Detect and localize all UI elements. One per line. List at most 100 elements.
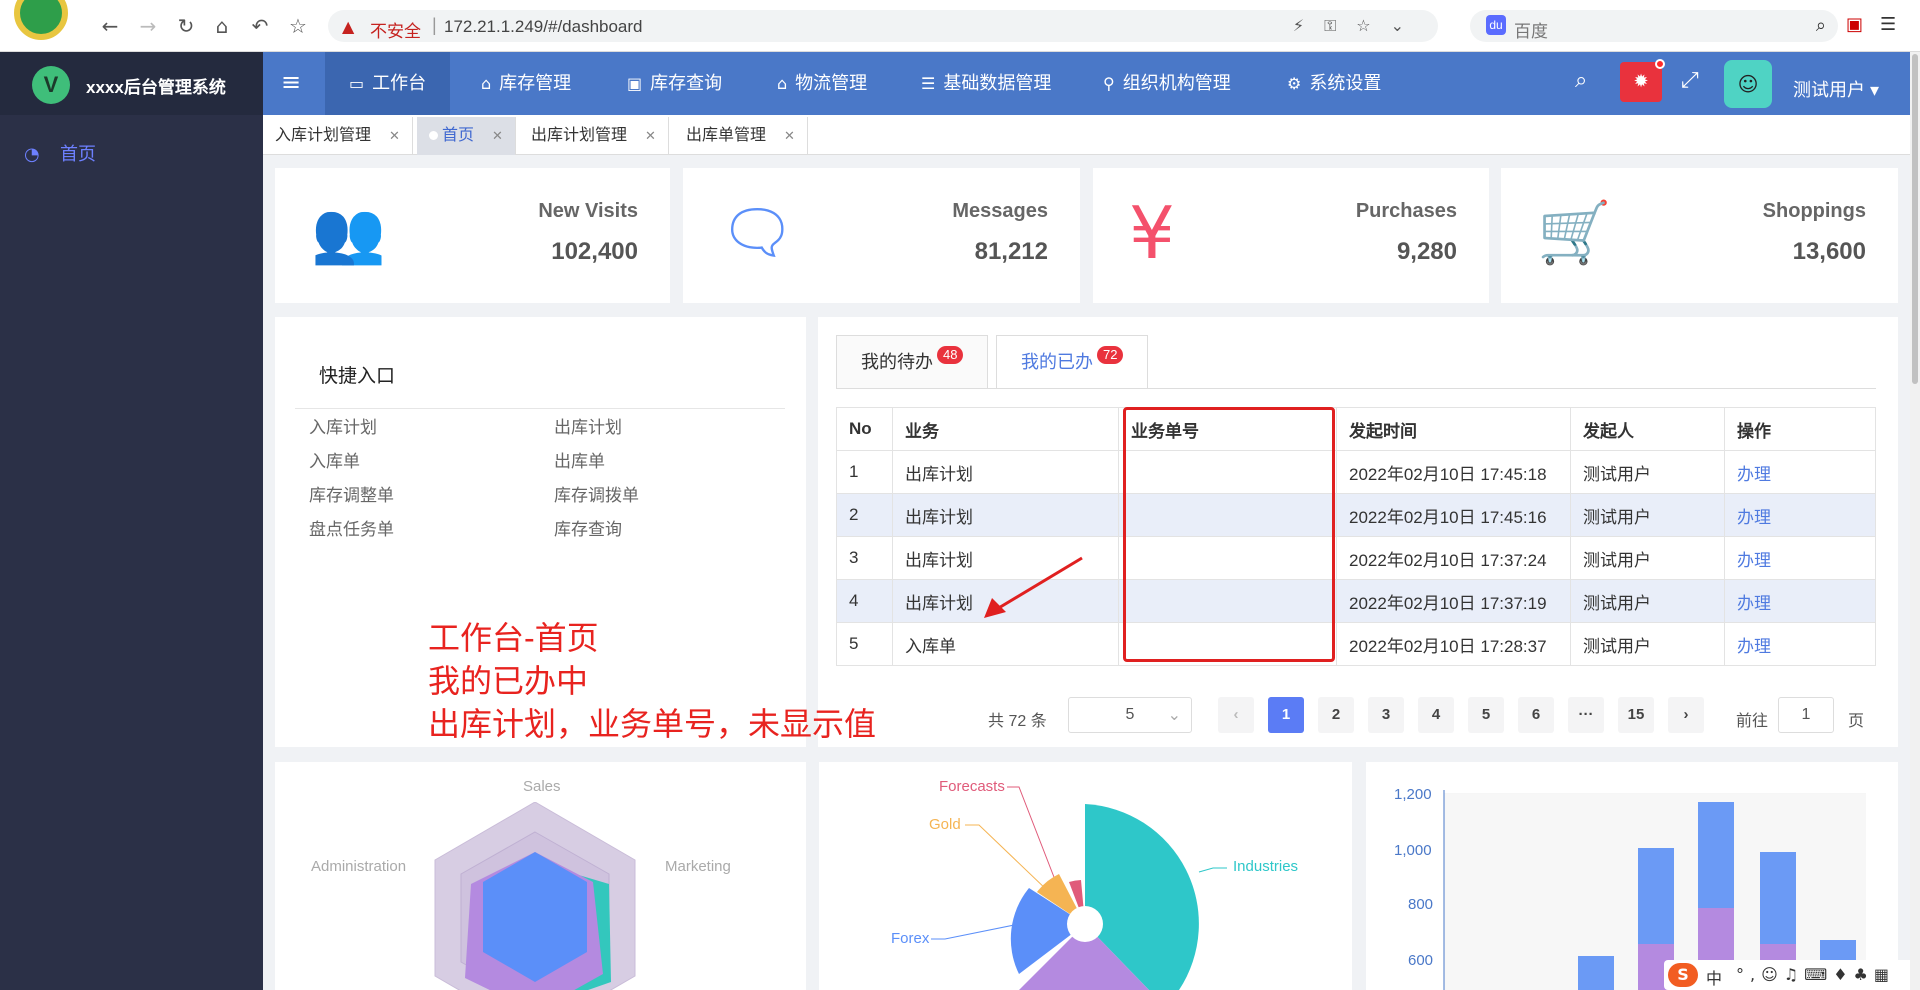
back-icon[interactable]: ← bbox=[98, 14, 122, 38]
avatar[interactable]: ☺ bbox=[1724, 60, 1772, 108]
stat-card-shoppings[interactable]: 🛒 Shoppings 13,600 bbox=[1501, 168, 1898, 303]
quick-link-stocktake[interactable]: 盘点任务单 bbox=[309, 515, 394, 540]
column-header: No bbox=[836, 407, 893, 451]
pagination: 共 72 条 5 ⌄ ‹ 1 2 3 4 5 6 ··· 15 › 前往 1 页 bbox=[818, 697, 1898, 737]
reload-icon[interactable]: ↻ bbox=[174, 14, 198, 38]
quick-link-stock-query[interactable]: 库存查询 bbox=[554, 515, 622, 540]
tab-label: 首页 bbox=[442, 127, 475, 144]
annotation-highlight-box bbox=[1123, 407, 1335, 662]
sidebar-item-home[interactable]: ◔ 首页 bbox=[24, 140, 96, 166]
next-page-button[interactable]: › bbox=[1668, 697, 1704, 733]
quick-link-outbound-order[interactable]: 出库单 bbox=[554, 447, 605, 472]
quick-link-inbound-order[interactable]: 入库单 bbox=[309, 447, 360, 472]
stat-label: Shoppings bbox=[1762, 200, 1866, 222]
page-button[interactable]: 6 bbox=[1518, 697, 1554, 733]
tab-my-pending[interactable]: 我的待办 48 bbox=[836, 335, 989, 389]
tab-label: 我的待办 bbox=[861, 352, 933, 372]
search-icon[interactable]: ⌕ bbox=[1575, 68, 1587, 93]
handle-link[interactable]: 办理 bbox=[1724, 536, 1876, 580]
cell-biz: 出库计划 bbox=[892, 493, 1119, 537]
quick-link-stock-transfer[interactable]: 库存调拨单 bbox=[554, 481, 639, 506]
close-icon[interactable]: ✕ bbox=[645, 128, 656, 143]
nav-item-inventory-query[interactable]: ▣ 库存查询 bbox=[627, 52, 722, 115]
username: 测试用户 bbox=[1793, 80, 1865, 100]
key-icon[interactable]: ⚿ bbox=[1324, 16, 1356, 35]
undo-icon[interactable]: ↶ bbox=[248, 14, 272, 38]
url-text[interactable]: 172.21.1.249/#/dashboard bbox=[444, 17, 643, 37]
cell-no: 3 bbox=[836, 536, 893, 580]
pie-leader-line bbox=[1198, 867, 1227, 873]
nav-item-base-data[interactable]: ☰ 基础数据管理 bbox=[921, 52, 1051, 115]
page-button[interactable]: 15 bbox=[1618, 697, 1654, 733]
org-icon: ⚲ bbox=[1103, 74, 1115, 93]
address-actions[interactable]: ⚡⚿☆⌄ bbox=[1293, 16, 1424, 36]
search-placeholder[interactable]: 百度 bbox=[1514, 17, 1548, 42]
star-icon[interactable]: ☆ bbox=[1356, 16, 1390, 35]
handle-link[interactable]: 办理 bbox=[1724, 622, 1876, 666]
scrollbar-thumb[interactable] bbox=[1912, 54, 1918, 384]
handle-link[interactable]: 办理 bbox=[1724, 493, 1876, 537]
baidu-icon: du bbox=[1486, 15, 1506, 35]
browser-search[interactable]: du 百度 ⌕ bbox=[1470, 10, 1838, 42]
ime-toolbar[interactable]: S 中 °,☺♫⌨♦♣▦ bbox=[1664, 960, 1920, 990]
hamburger-icon[interactable]: ≡ bbox=[281, 68, 301, 96]
pie-chart bbox=[931, 786, 1227, 990]
nav-label: 库存查询 bbox=[650, 73, 723, 93]
nav-item-org[interactable]: ⚲ 组织机构管理 bbox=[1103, 52, 1231, 115]
pie-chart-card: Forecasts Gold Forex Industries bbox=[819, 762, 1352, 990]
more-pages-button[interactable]: ··· bbox=[1568, 697, 1604, 733]
tab-outbound-order[interactable]: 出库单管理 ✕ bbox=[674, 117, 808, 155]
page-button[interactable]: 2 bbox=[1318, 697, 1354, 733]
nav-item-inventory[interactable]: ⌂ 库存管理 bbox=[481, 52, 571, 115]
nav-label: 物流管理 bbox=[795, 73, 868, 93]
flash-icon[interactable]: ⚡ bbox=[1293, 16, 1324, 35]
page-scrollbar[interactable] bbox=[1910, 52, 1920, 990]
page-button[interactable]: 3 bbox=[1368, 697, 1404, 733]
page-button[interactable]: 4 bbox=[1418, 697, 1454, 733]
stat-card-purchases[interactable]: ¥ Purchases 9,280 bbox=[1093, 168, 1489, 303]
pending-badge: 48 bbox=[937, 346, 964, 364]
tab-inbound-plan[interactable]: 入库计划管理 ✕ bbox=[263, 117, 413, 155]
page-size-select[interactable]: 5 ⌄ bbox=[1068, 697, 1192, 733]
quick-link-outbound-plan[interactable]: 出库计划 bbox=[554, 413, 622, 438]
bookmark-star-icon[interactable]: ☆ bbox=[286, 14, 310, 38]
tab-outbound-plan[interactable]: 出库计划管理 ✕ bbox=[519, 117, 669, 155]
page-button[interactable]: 1 bbox=[1268, 697, 1304, 733]
tab-my-done[interactable]: 我的已办 72 bbox=[996, 335, 1149, 389]
sidebar-item-label: 首页 bbox=[60, 144, 96, 164]
goto-page-input[interactable]: 1 bbox=[1778, 697, 1834, 733]
user-menu[interactable]: 测试用户 ▾ bbox=[1793, 76, 1879, 102]
quick-link-inbound-plan[interactable]: 入库计划 bbox=[309, 413, 377, 438]
bar bbox=[1578, 956, 1614, 990]
ime-tools-icons[interactable]: °,☺♫⌨♦♣▦ bbox=[1736, 965, 1895, 984]
chevron-down-icon[interactable]: ⌄ bbox=[1391, 16, 1424, 35]
prev-page-button[interactable]: ‹ bbox=[1218, 697, 1254, 733]
bar-chart bbox=[1443, 790, 1866, 990]
stat-card-messages[interactable]: 🗨 Messages 81,212 bbox=[683, 168, 1080, 303]
handle-link[interactable]: 办理 bbox=[1724, 450, 1876, 494]
bug-button[interactable]: ✹ bbox=[1620, 59, 1665, 102]
pdf-icon[interactable]: ▣ bbox=[1846, 14, 1863, 35]
nav-label: 基础数据管理 bbox=[943, 73, 1052, 93]
quick-link-stock-adjust[interactable]: 库存调整单 bbox=[309, 481, 394, 506]
handle-link[interactable]: 办理 bbox=[1724, 579, 1876, 623]
sogou-icon: S bbox=[1668, 963, 1698, 987]
cell-time: 2022年02月10日 17:45:16 bbox=[1336, 493, 1571, 537]
search-icon[interactable]: ⌕ bbox=[1816, 15, 1826, 36]
forward-icon[interactable]: → bbox=[136, 14, 160, 38]
close-icon[interactable]: ✕ bbox=[389, 128, 400, 143]
nav-item-settings[interactable]: ⚙ 系统设置 bbox=[1287, 52, 1381, 115]
close-icon[interactable]: ✕ bbox=[784, 128, 795, 143]
nav-item-workbench[interactable]: ▭ 工作台 bbox=[325, 52, 451, 115]
address-bar[interactable]: ▲ 不安全 | 172.21.1.249/#/dashboard ⚡⚿☆⌄ bbox=[328, 10, 1438, 42]
fullscreen-icon[interactable]: ⤢ bbox=[1681, 68, 1699, 93]
cell-user: 测试用户 bbox=[1570, 579, 1725, 623]
tab-home[interactable]: 首页 ✕ bbox=[417, 117, 516, 155]
stat-card-visits[interactable]: 👥 New Visits 102,400 bbox=[275, 168, 670, 303]
menu-icon[interactable]: ☰ bbox=[1880, 14, 1896, 35]
nav-item-logistics[interactable]: ⌂ 物流管理 bbox=[777, 52, 867, 115]
home-icon[interactable]: ⌂ bbox=[210, 14, 234, 38]
page-button[interactable]: 5 bbox=[1468, 697, 1504, 733]
close-icon[interactable]: ✕ bbox=[492, 128, 503, 143]
ime-lang[interactable]: 中 bbox=[1706, 965, 1722, 989]
